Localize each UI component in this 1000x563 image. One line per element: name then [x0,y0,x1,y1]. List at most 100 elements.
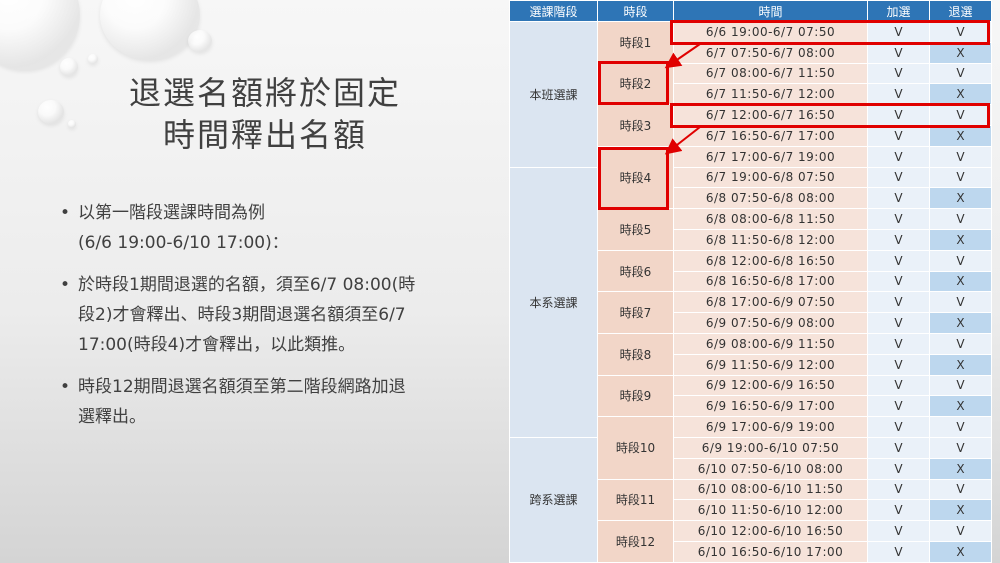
add-cell: V [867,249,930,272]
drop-cell: V [929,374,992,397]
highlight-segment-2 [598,61,669,105]
water-drop-decoration [38,100,64,124]
stage-cell: 跨系選課 [509,436,598,563]
add-cell: V [867,416,930,438]
drop-cell: V [929,249,992,272]
add-cell: V [867,291,930,314]
drop-cell: X [929,499,992,522]
segment-cell: 時段1 [597,21,674,64]
add-cell: V [867,540,930,563]
bullet-item: 時段12期間退選名額須至第二階段網路加退 選釋出。 [60,372,480,432]
water-drop-decoration [100,0,200,60]
segment-cell: 時段12 [597,520,674,563]
drop-cell: V [929,166,992,189]
time-cell: 6/8 16:50-6/8 17:00 [673,270,868,293]
drop-cell: X [929,395,992,418]
water-drop-decoration [60,58,78,76]
time-cell: 6/10 16:50-6/10 17:00 [673,540,868,563]
water-drop-decoration [88,54,98,64]
time-cell: 6/8 11:50-6/8 12:00 [673,228,868,251]
bullet-item: 於時段1期間退選的名額，須至6/7 08:00(時 段2)才會釋出、時段3期間退… [60,270,480,360]
add-cell: V [867,457,930,480]
time-cell: 6/8 08:00-6/8 11:50 [673,208,868,230]
highlight-segment-4 [598,147,669,210]
bullet-line: 選釋出。 [78,407,146,427]
drop-cell: V [929,520,992,542]
time-cell: 6/9 07:50-6/9 08:00 [673,312,868,334]
time-cell: 6/7 17:00-6/7 19:00 [673,145,868,168]
segment-cell: 時段10 [597,416,674,480]
drop-cell: V [929,208,992,230]
highlight-row-1 [670,20,990,45]
segment-cell: 時段6 [597,249,674,293]
add-cell: V [867,62,930,85]
header-add: 加選 [867,0,930,22]
table-row: 跨系選課 6/9 19:00-6/10 07:50 V V [509,436,992,563]
header-segment: 時段 [597,0,674,22]
time-cell: 6/8 07:50-6/8 08:00 [673,187,868,210]
title-line: 時間釋出名額 [162,116,367,154]
drop-cell: X [929,228,992,251]
time-cell: 6/9 19:00-6/10 07:50 [673,436,868,459]
add-cell: V [867,208,930,230]
add-cell: V [867,499,930,522]
add-cell: V [867,436,930,459]
bullet-line: 17:00(時段4)才會釋出，以此類推。 [78,335,356,355]
segment-cell: 時段5 [597,208,674,251]
add-cell: V [867,520,930,542]
segment-cell: 時段7 [597,291,674,334]
time-cell: 6/7 19:00-6/8 07:50 [673,166,868,189]
header-drop: 退選 [929,0,992,22]
drop-cell: X [929,270,992,293]
time-cell: 6/7 11:50-6/7 12:00 [673,83,868,106]
drop-cell: V [929,62,992,85]
drop-cell: X [929,83,992,106]
add-cell: V [867,83,930,106]
stage-cell: 本班選課 [509,21,598,168]
time-cell: 6/7 16:50-6/7 17:00 [673,124,868,147]
schedule-table: 選課階段 時段 時間 加選 退選 本班選課 時段1 6/6 19:00-6/7 07… [509,0,992,563]
drop-cell: V [929,145,992,168]
add-cell: V [867,374,930,397]
drop-cell: V [929,436,992,459]
segment-cell: 時段3 [597,104,674,147]
time-cell: 6/10 12:00-6/10 16:50 [673,520,868,542]
add-cell: V [867,41,930,64]
drop-cell: X [929,540,992,563]
bullet-line: 以第一階段選課時間為例 [78,203,265,223]
add-cell: V [867,228,930,251]
add-cell: V [867,332,930,355]
table-row: 本系選課 6/7 19:00-6/8 07:50 V V [509,166,992,438]
add-cell: V [867,353,930,376]
add-cell: V [867,395,930,418]
bullet-item: 以第一階段選課時間為例 (6/6 19:00-6/10 17:00)： [60,198,480,258]
bullet-line: 時段12期間退選名額須至第二階段網路加退 [78,377,406,397]
segment-cell: 時段11 [597,478,674,522]
time-cell: 6/10 07:50-6/10 08:00 [673,457,868,480]
water-drop-decoration [188,30,212,52]
add-cell: V [867,187,930,210]
drop-cell: X [929,457,992,480]
segment-cell: 時段8 [597,332,674,376]
bullet-line: (6/6 19:00-6/10 17:00)： [78,233,289,253]
time-cell: 6/9 12:00-6/9 16:50 [673,374,868,397]
add-cell: V [867,145,930,168]
drop-cell: V [929,416,992,438]
drop-cell: V [929,332,992,355]
time-cell: 6/10 08:00-6/10 11:50 [673,478,868,501]
header-stage: 選課階段 [509,0,598,22]
add-cell: V [867,124,930,147]
time-cell: 6/7 07:50-6/7 08:00 [673,41,868,64]
add-cell: V [867,270,930,293]
slide-title: 退選名額將於固定 時間釋出名額 [80,72,450,156]
time-cell: 6/10 11:50-6/10 12:00 [673,499,868,522]
stage-cell: 本系選課 [509,166,598,438]
time-cell: 6/9 11:50-6/9 12:00 [673,353,868,376]
highlight-row-5 [670,103,990,128]
time-cell: 6/8 12:00-6/8 16:50 [673,249,868,272]
add-cell: V [867,478,930,501]
add-cell: V [867,166,930,189]
drop-cell: X [929,312,992,334]
time-cell: 6/7 08:00-6/7 11:50 [673,62,868,85]
drop-cell: X [929,187,992,210]
